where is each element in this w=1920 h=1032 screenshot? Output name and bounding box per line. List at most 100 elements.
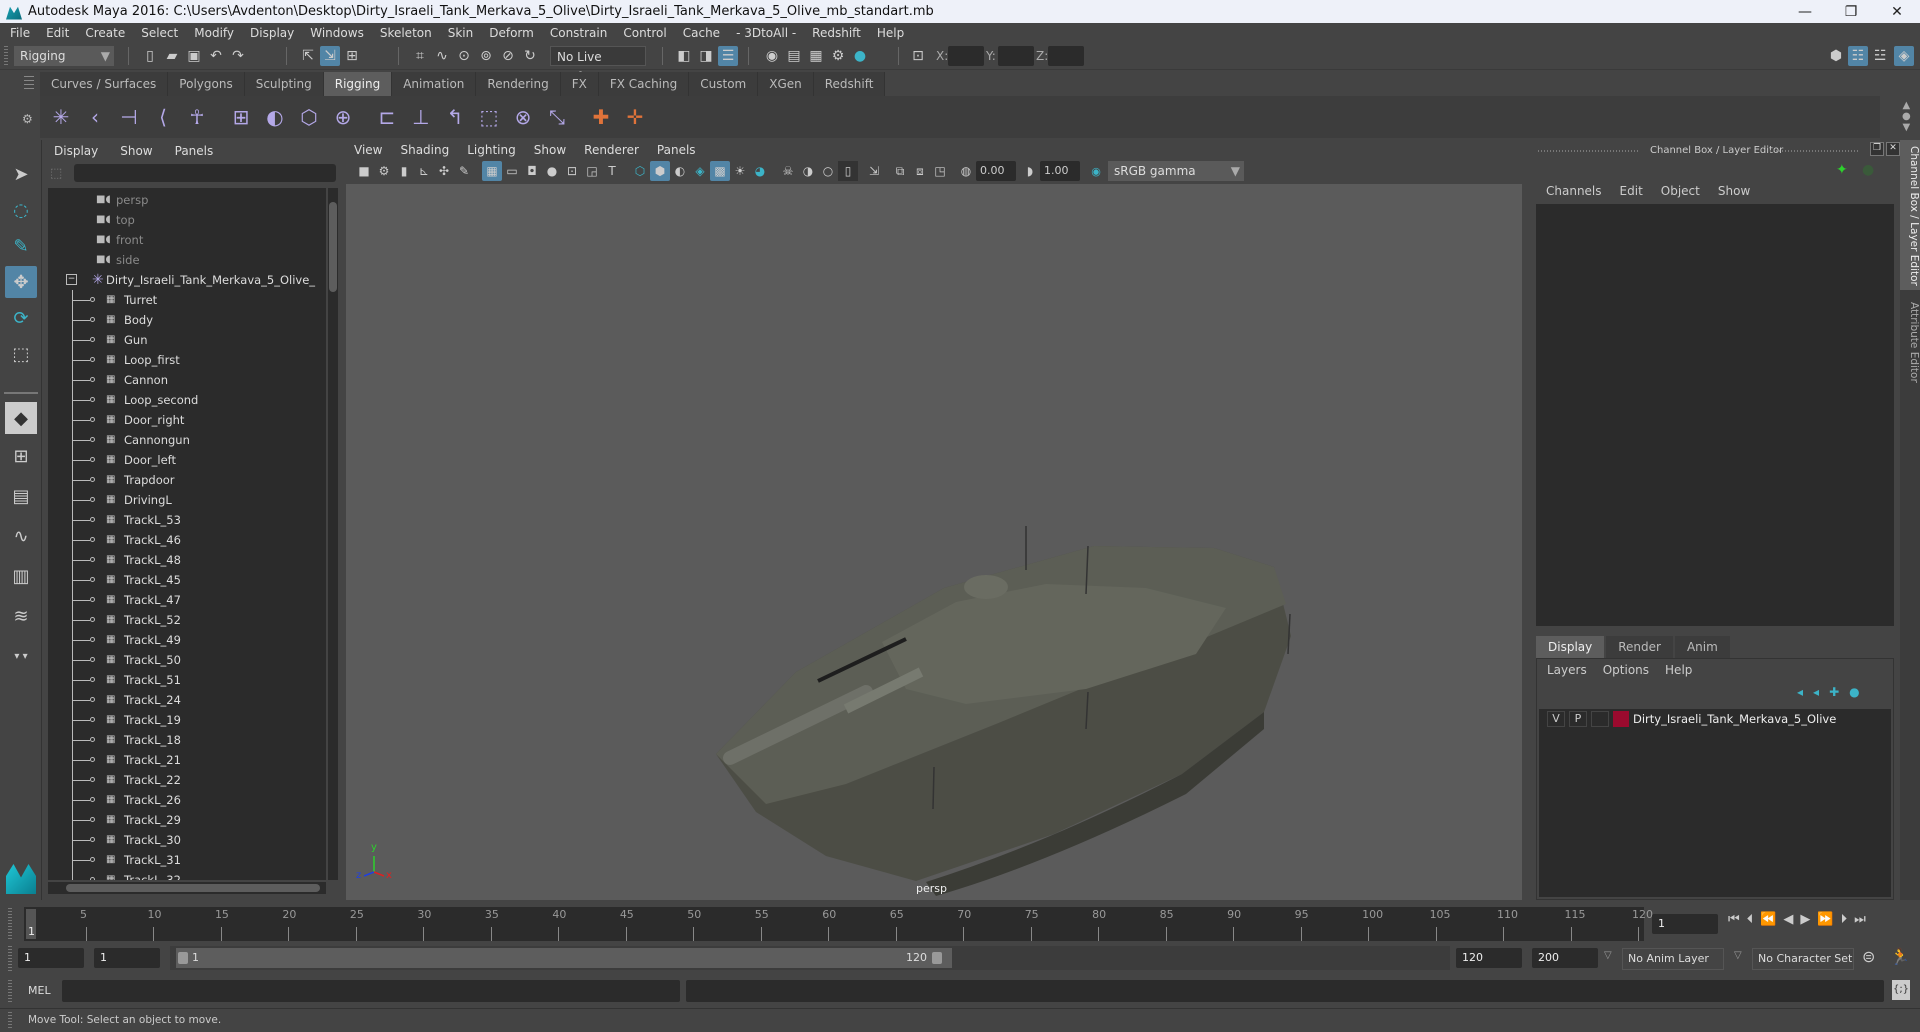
side-tab-attribute-editor[interactable]: Attribute Editor xyxy=(1900,296,1920,406)
go-to-end-icon[interactable]: ⏭ xyxy=(1854,912,1866,927)
paint-weights-icon[interactable]: ◐ xyxy=(262,104,288,130)
range-slider[interactable] xyxy=(176,948,952,968)
viewport-menu-show[interactable]: Show xyxy=(534,143,566,157)
scroll-thumb[interactable] xyxy=(66,884,320,892)
gamma-input[interactable]: 1.00 xyxy=(1040,161,1080,181)
move-tool-icon[interactable]: ✥ xyxy=(5,266,37,298)
layer-tab-render[interactable]: Render xyxy=(1606,636,1673,658)
shelf-settings-icon[interactable]: ⚙ xyxy=(22,112,33,126)
shelf-tab-xgen[interactable]: XGen xyxy=(758,72,814,96)
layer-visibility-toggle[interactable]: V xyxy=(1547,711,1565,727)
expand-node-icon[interactable] xyxy=(90,777,95,782)
grid-toggle-icon[interactable]: ▦ xyxy=(482,161,502,181)
expand-node-icon[interactable] xyxy=(90,517,95,522)
expand-node-icon[interactable] xyxy=(90,337,95,342)
play-backwards-icon[interactable]: ◀ xyxy=(1783,912,1793,927)
expand-node-icon[interactable] xyxy=(90,417,95,422)
film-gate-icon[interactable]: ▭ xyxy=(502,161,522,181)
outliner-menu-show[interactable]: Show xyxy=(120,144,152,158)
camera-select-icon[interactable]: ■ xyxy=(354,161,374,181)
exposure-icon[interactable]: ◍ xyxy=(956,161,976,181)
smooth-shade-icon[interactable]: ⬢ xyxy=(650,161,670,181)
snap-live-icon[interactable]: ↻ xyxy=(520,46,540,66)
undo-icon[interactable]: ↶ xyxy=(206,46,226,66)
outliner-persp-layout-icon[interactable]: ▤ xyxy=(5,480,37,512)
snap-grid-icon[interactable]: ⌗ xyxy=(410,46,430,66)
float-panel-icon[interactable]: ❐ xyxy=(1870,142,1884,156)
menu-help[interactable]: Help xyxy=(877,26,904,40)
layer-row[interactable]: V P Dirty_Israeli_Tank_Merkava_5_Olive xyxy=(1543,711,1893,729)
channel-box-area[interactable] xyxy=(1536,204,1894,626)
motion-blur-icon[interactable]: ☠ xyxy=(778,161,798,181)
outliner-item[interactable]: ▦ TrackL_29 xyxy=(48,810,326,830)
menuset-dropdown[interactable]: Rigging ▼ xyxy=(14,46,114,66)
outliner-item[interactable]: ▦ TrackL_50 xyxy=(48,650,326,670)
shelf-tab-curves-surfaces[interactable]: Curves / Surfaces xyxy=(40,72,169,96)
outliner-menu-panels[interactable]: Panels xyxy=(175,144,214,158)
grip-handle[interactable] xyxy=(1538,150,1638,152)
menu-deform[interactable]: Deform xyxy=(489,26,534,40)
outliner-item[interactable]: ▦ TrackL_24 xyxy=(48,690,326,710)
menu-redshift[interactable]: Redshift xyxy=(812,26,861,40)
parent-constraint-icon[interactable]: ⊏ xyxy=(374,104,400,130)
expand-node-icon[interactable] xyxy=(90,837,95,842)
outliner-item[interactable]: ▦ Trapdoor xyxy=(48,470,326,490)
resolution-gate-icon[interactable]: ◘ xyxy=(522,161,542,181)
step-forward-key-icon[interactable]: ⏩ xyxy=(1817,912,1833,927)
outliner-item[interactable]: ▦ TrackL_30 xyxy=(48,830,326,850)
outliner-item[interactable]: ▦ TrackL_53 xyxy=(48,510,326,530)
step-back-key-icon[interactable]: ⏪ xyxy=(1760,912,1776,927)
shelf-tab-redshift[interactable]: Redshift xyxy=(813,72,886,96)
render-settings-icon[interactable]: ⚙ xyxy=(828,46,848,66)
expand-node-icon[interactable] xyxy=(90,757,95,762)
expand-node-icon[interactable] xyxy=(90,637,95,642)
step-forward-frame-icon[interactable]: ⏵ xyxy=(1841,912,1848,927)
shelf-tab-animation[interactable]: Animation xyxy=(392,72,477,96)
menu-display[interactable]: Display xyxy=(250,26,294,40)
safe-action-icon[interactable]: ◲ xyxy=(582,161,602,181)
field-chart-icon[interactable]: ⊡ xyxy=(562,161,582,181)
outliner-item[interactable]: ▦ TrackL_49 xyxy=(48,630,326,650)
outliner-item[interactable]: ▦ Turret xyxy=(48,290,326,310)
snap-curve-icon[interactable]: ∿ xyxy=(432,46,452,66)
channels-menu[interactable]: Channels xyxy=(1546,184,1602,198)
lasso-tool-icon[interactable]: ◌ xyxy=(5,194,37,226)
expand-node-icon[interactable] xyxy=(90,557,95,562)
expand-node-icon[interactable] xyxy=(90,297,95,302)
single-view-layout-icon[interactable]: ◆ xyxy=(5,402,37,434)
two-d-pan-zoom-icon[interactable]: ✣ xyxy=(434,161,454,181)
four-view-layout-icon[interactable]: ⊞ xyxy=(5,440,37,472)
range-start-handle[interactable] xyxy=(178,952,188,964)
outliner-camera-item[interactable]: ■◖ top xyxy=(48,210,326,230)
open-scene-icon[interactable]: ▰ xyxy=(162,46,182,66)
3d-viewport[interactable]: y x z persp xyxy=(346,184,1522,900)
outliner-item[interactable]: ▦ TrackL_52 xyxy=(48,610,326,630)
wireframe-icon[interactable]: ⬡ xyxy=(630,161,650,181)
snap-surface-icon[interactable]: ⊘ xyxy=(498,46,518,66)
expand-node-icon[interactable] xyxy=(90,877,95,880)
expand-node-icon[interactable] xyxy=(90,737,95,742)
shadows-icon[interactable]: ☀ xyxy=(730,161,750,181)
shelf-tab-custom[interactable]: Custom xyxy=(689,72,759,96)
character-set-chevron-icon[interactable]: ▽ xyxy=(1734,950,1742,961)
outliner-item[interactable]: ▦ TrackL_18 xyxy=(48,730,326,750)
color-management-toggle-icon[interactable]: ◉ xyxy=(1086,161,1106,181)
gamma-icon[interactable]: ◗ xyxy=(1020,161,1040,181)
expand-node-icon[interactable] xyxy=(90,437,95,442)
outliner-item[interactable]: ▦ Loop_first xyxy=(48,350,326,370)
expand-node-icon[interactable] xyxy=(90,797,95,802)
script-editor-icon[interactable]: {;} xyxy=(1892,980,1910,1000)
xray-icon[interactable]: ▯ xyxy=(838,161,858,181)
outliner-item[interactable]: ▦ TrackL_31 xyxy=(48,850,326,870)
hypershade-layout-icon[interactable]: ▥ xyxy=(5,560,37,592)
select-tool-icon[interactable]: ➤ xyxy=(5,158,37,190)
expand-node-icon[interactable] xyxy=(90,717,95,722)
expand-node-icon[interactable] xyxy=(90,577,95,582)
select-hierarchy-icon[interactable]: ⇱ xyxy=(298,46,318,66)
command-input[interactable] xyxy=(62,980,680,1002)
outliner-item[interactable]: ▦ TrackL_26 xyxy=(48,790,326,810)
gate-mask-icon[interactable]: ● xyxy=(542,161,562,181)
options-menu[interactable]: Options xyxy=(1603,663,1649,677)
bind-skin-icon[interactable]: ⊞ xyxy=(228,104,254,130)
menu-cache[interactable]: Cache xyxy=(683,26,720,40)
